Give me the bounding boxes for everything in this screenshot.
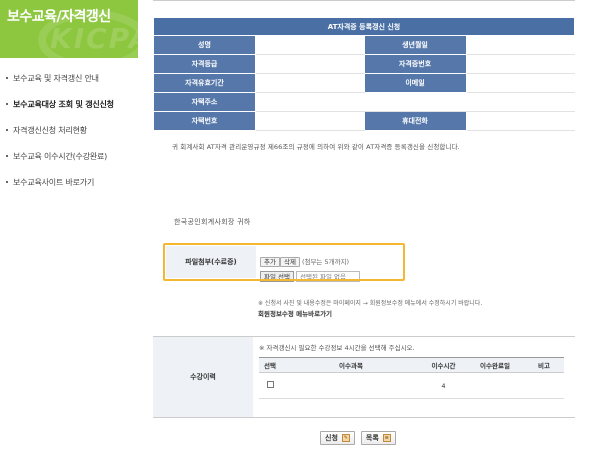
birthdate-value bbox=[465, 35, 575, 55]
addressee-text: 한국공인회계사회장 귀하 bbox=[174, 218, 251, 226]
bullet-icon bbox=[6, 155, 8, 157]
bullet-icon bbox=[6, 129, 8, 131]
sidebar: KICPA 보수교육/자격갱신 보수교육 및 자격갱신 안내 보수교육대상 조회… bbox=[0, 0, 138, 458]
sidebar-item-site-link[interactable]: 보수교육사이트 바로가기 bbox=[6, 169, 138, 195]
grade-value bbox=[255, 54, 365, 74]
select-cell bbox=[259, 372, 281, 399]
sidebar-menu: 보수교육 및 자격갱신 안내 보수교육대상 조회 및 갱신신청 자격갱신신청 처… bbox=[6, 65, 138, 195]
address-label: 자택주소 bbox=[153, 92, 256, 112]
course-history-note: ※ 자격갱신시 필요한 수강정보 4시간을 선택해 주십시오. bbox=[259, 344, 415, 352]
hours-cell: 4 bbox=[421, 372, 466, 399]
member-edit-link[interactable]: 회원정보수정 메뉴바로가기 bbox=[258, 308, 332, 318]
edit-icon: ✎ bbox=[341, 434, 350, 442]
sidebar-title: 보수교육/자격갱신 bbox=[7, 9, 111, 25]
home-phone-label: 자택번호 bbox=[153, 111, 256, 131]
birthdate-label: 생년월일 bbox=[363, 35, 467, 55]
table-row: 4 bbox=[259, 372, 564, 399]
list-button[interactable]: 목록 ≡ bbox=[360, 431, 396, 445]
sidebar-item-status[interactable]: 자격갱신신청 처리현황 bbox=[6, 117, 138, 143]
cert-number-label: 자격증번호 bbox=[363, 54, 467, 74]
mobile-value bbox=[465, 111, 575, 131]
top-divider bbox=[153, 0, 575, 1]
apply-button[interactable]: 신청 ✎ bbox=[320, 431, 355, 445]
col-select: 선택 bbox=[259, 357, 281, 373]
banner-watermark: KICPA bbox=[50, 22, 138, 55]
address-value bbox=[255, 92, 575, 112]
subject-cell bbox=[281, 372, 421, 399]
validity-label: 자격유효기간 bbox=[153, 73, 256, 93]
sidebar-item-label: 보수교육 이수시간(수강완료) bbox=[13, 151, 108, 161]
sidebar-item-guide[interactable]: 보수교육 및 자격갱신 안내 bbox=[6, 65, 138, 91]
list-button-label: 목록 bbox=[365, 434, 379, 442]
col-subject: 이수과목 bbox=[281, 357, 421, 373]
mobile-label: 휴대전화 bbox=[363, 111, 467, 131]
sidebar-item-label: 보수교육 및 자격갱신 안내 bbox=[13, 73, 99, 83]
sidebar-item-label: 보수교육사이트 바로가기 bbox=[13, 177, 95, 187]
col-hours: 이수시간 bbox=[421, 357, 466, 373]
course-history-label: 수강이력 bbox=[153, 337, 253, 417]
name-label: 성명 bbox=[153, 35, 256, 55]
validity-value bbox=[255, 73, 365, 93]
course-history-table: 선택 이수과목 이수시간 이수완료일 비고 4 bbox=[259, 357, 564, 399]
renewal-notice: 귀 회계사회 AT자격 관리운영규정 제66조의 규정에 의하여 위와 같이 A… bbox=[172, 143, 460, 151]
row-checkbox[interactable] bbox=[266, 381, 274, 388]
sidebar-item-hours[interactable]: 보수교육 이수시간(수강완료) bbox=[6, 143, 138, 169]
col-remark: 비고 bbox=[524, 357, 564, 373]
email-value bbox=[465, 73, 575, 93]
bullet-icon bbox=[6, 181, 8, 183]
home-phone-value bbox=[255, 111, 365, 131]
attachment-highlight bbox=[163, 243, 405, 281]
bullet-icon bbox=[6, 103, 8, 105]
col-completed: 이수완료일 bbox=[466, 357, 524, 373]
sidebar-banner: KICPA 보수교육/자격갱신 bbox=[0, 0, 138, 58]
sidebar-item-label: 자격갱신신청 처리현황 bbox=[13, 125, 87, 135]
form-title: AT자격증 등록갱신 신청 bbox=[153, 17, 575, 36]
course-history-section: 수강이력 ※ 자격갱신시 필요한 수강정보 4시간을 선택해 주십시오. 선택 … bbox=[153, 336, 575, 418]
cert-number-value bbox=[465, 54, 575, 74]
sidebar-item-label: 보수교육대상 조회 및 갱신신청 bbox=[13, 99, 114, 109]
list-icon: ≡ bbox=[382, 434, 391, 442]
renewal-form-table: AT자격증 등록갱신 신청 성명 생년월일 자격등급 자격증번호 자격유효기간 … bbox=[153, 17, 575, 131]
remark-cell bbox=[524, 372, 564, 399]
grade-label: 자격등급 bbox=[153, 54, 256, 74]
name-value bbox=[255, 35, 365, 55]
sidebar-item-apply[interactable]: 보수교육대상 조회 및 갱신신청 bbox=[6, 91, 138, 117]
email-label: 이메일 bbox=[363, 73, 467, 93]
action-buttons: 신청 ✎ 목록 ≡ bbox=[320, 431, 396, 445]
apply-button-label: 신청 bbox=[325, 434, 338, 442]
completed-cell bbox=[466, 372, 524, 399]
bullet-icon bbox=[6, 77, 8, 79]
member-edit-notice: ※ 신청서 사진 및 내용수정은 마이페이지 → 회원정보수정 메뉴에서 수정하… bbox=[258, 300, 483, 307]
